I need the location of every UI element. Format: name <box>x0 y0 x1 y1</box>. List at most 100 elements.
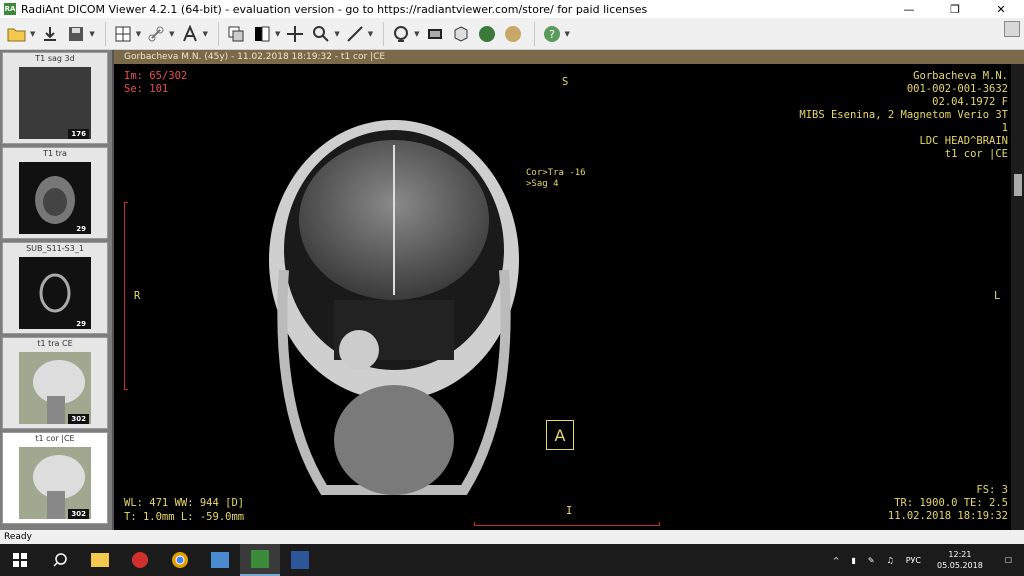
series-thumb-1[interactable]: T1 sag 3d 176 <box>2 52 108 144</box>
acquisition-date: 11.02.2018 18:19:32 <box>887 510 1008 522</box>
windows-taskbar: ^ ▮ ✎ ♫ РУС 12:21 05.05.2018 ☐ <box>0 544 1024 576</box>
clock-time: 12:21 <box>948 550 972 559</box>
fusion-button[interactable] <box>502 21 524 47</box>
chevron-down-icon[interactable]: ▼ <box>30 30 35 38</box>
patient-id: 001-002-001-3632 <box>906 83 1008 95</box>
window-level-icon <box>251 23 273 45</box>
taskbar-explorer[interactable] <box>80 544 120 576</box>
save-button[interactable]: ▼ <box>65 21 95 47</box>
grid-layout-icon <box>112 23 134 45</box>
chevron-down-icon[interactable]: ▼ <box>89 30 94 38</box>
mpr-button[interactable]: ▼ <box>390 21 420 47</box>
chevron-down-icon[interactable]: ▼ <box>334 30 339 38</box>
series-thumb-2[interactable]: T1 tra 29 <box>2 147 108 239</box>
fusion-icon <box>502 23 524 45</box>
toolbar: ▼ ▼ ▼ ▼ ▼ ▼ ▼ ▼ ▼ ? ▼ <box>0 18 1024 50</box>
series-thumb-5[interactable]: t1 cor |CE 302 <box>2 432 108 524</box>
taskbar-radiant[interactable] <box>240 544 280 576</box>
chevron-down-icon[interactable]: ▼ <box>368 30 373 38</box>
orientation-bottom: I <box>566 505 573 517</box>
series-thumb-4[interactable]: t1 tra CE 302 <box>2 337 108 429</box>
help-button[interactable]: ? ▼ <box>541 21 570 47</box>
taskbar-chrome[interactable] <box>160 544 200 576</box>
series-thumb-3[interactable]: SUB_S11-S3_1 29 <box>2 242 108 334</box>
clock[interactable]: 12:21 05.05.2018 <box>937 549 983 571</box>
volume-render-button[interactable] <box>476 21 498 47</box>
chevron-down-icon[interactable]: ▼ <box>203 30 208 38</box>
chevron-down-icon[interactable]: ▼ <box>275 30 280 38</box>
move-icon <box>284 23 306 45</box>
help-icon: ? <box>541 23 563 45</box>
series-button[interactable] <box>225 21 247 47</box>
import-button[interactable] <box>39 21 61 47</box>
series-description: t1 cor |CE <box>944 148 1008 160</box>
zoom-button[interactable]: ▼ <box>310 21 340 47</box>
search-button[interactable] <box>40 544 80 576</box>
chrome-icon <box>172 552 188 568</box>
slice-scrollbar[interactable] <box>1011 64 1024 530</box>
patient-name: Gorbacheva M.N. <box>913 70 1008 82</box>
image-count-badge: 302 <box>68 414 89 424</box>
link-button[interactable]: ▼ <box>145 21 175 47</box>
scrollbar-thumb[interactable] <box>1014 174 1022 196</box>
chevron-down-icon[interactable]: ▼ <box>136 30 141 38</box>
window-title: RadiAnt DICOM Viewer 4.2.1 (64-bit) - ev… <box>21 2 648 16</box>
image-number: Im: 65/302 <box>124 70 188 82</box>
chevron-down-icon[interactable]: ▼ <box>414 30 419 38</box>
pan-button[interactable] <box>284 21 306 47</box>
scale-ruler-bottom <box>474 522 660 526</box>
open-button[interactable]: ▼ <box>6 21 35 47</box>
close-button[interactable]: ✕ <box>978 0 1024 18</box>
study-number: 1 <box>1001 122 1008 134</box>
patient-info: Gorbacheva M.N. 001-002-001-3632 02.04.1… <box>799 70 1008 161</box>
taskbar-app[interactable] <box>200 544 240 576</box>
app-icon <box>211 552 229 568</box>
search-icon <box>53 553 67 567</box>
orientation-left: R <box>134 290 141 302</box>
battery-icon[interactable]: ▮ <box>851 556 855 565</box>
toolbar-separator <box>533 21 535 46</box>
mri-coronal-image[interactable] <box>264 110 524 510</box>
patient-dob: 02.04.1972 F <box>932 96 1008 108</box>
annotation-button[interactable]: ▼ <box>179 21 208 47</box>
crossref-line: >Sag 4 <box>526 179 559 189</box>
language-indicator[interactable]: РУС <box>906 556 921 565</box>
notification-icon[interactable]: ☐ <box>1005 556 1012 565</box>
series-label: SUB_S11-S3_1 <box>26 244 84 253</box>
pen-icon[interactable]: ✎ <box>868 556 875 565</box>
image-count-badge: 302 <box>68 509 89 519</box>
minimize-button[interactable]: — <box>886 0 932 18</box>
mpr-icon <box>390 23 412 45</box>
crossref-info: Cor>Tra -16 >Sag 4 <box>526 168 586 190</box>
viewport-header: Gorbacheva M.N. (45y) - 11.02.2018 18:19… <box>114 50 1024 64</box>
layout-button[interactable]: ▼ <box>112 21 141 47</box>
orientation-right: L <box>994 290 1001 302</box>
scale-ruler-left <box>124 202 128 390</box>
chevron-down-icon[interactable]: ▼ <box>565 30 570 38</box>
institution: MIBS Esenina, 2 Magnetom Verio 3T <box>799 109 1008 121</box>
orientation-top: S <box>562 76 569 88</box>
volume-icon[interactable]: ♫ <box>887 556 894 565</box>
measure-button[interactable]: ▼ <box>344 21 373 47</box>
slice-thickness: T: 1.0mm L: -59.0mm <box>124 511 245 523</box>
magnifier-icon <box>310 23 332 45</box>
chevron-down-icon[interactable]: ▼ <box>169 30 174 38</box>
fullscreen-button[interactable] <box>1004 21 1020 37</box>
folder-icon <box>91 553 109 567</box>
svg-text:?: ? <box>549 28 555 41</box>
window-level-button[interactable]: ▼ <box>251 21 280 47</box>
toolbar-separator <box>383 21 385 46</box>
restore-button[interactable]: ❐ <box>932 0 978 18</box>
image-count-badge: 176 <box>68 129 89 139</box>
image-viewport[interactable]: Gorbacheva M.N. (45y) - 11.02.2018 18:19… <box>112 50 1024 530</box>
cine-button[interactable] <box>424 21 446 47</box>
taskbar-word[interactable] <box>280 544 320 576</box>
start-button[interactable] <box>0 544 40 576</box>
series-label: T1 sag 3d <box>35 54 75 63</box>
tray-chevron-icon[interactable]: ^ <box>833 556 840 565</box>
ruler-icon <box>344 23 366 45</box>
taskbar-opera[interactable] <box>120 544 160 576</box>
text-annotation-icon <box>179 23 201 45</box>
3d-button[interactable] <box>450 21 472 47</box>
film-icon <box>424 23 446 45</box>
